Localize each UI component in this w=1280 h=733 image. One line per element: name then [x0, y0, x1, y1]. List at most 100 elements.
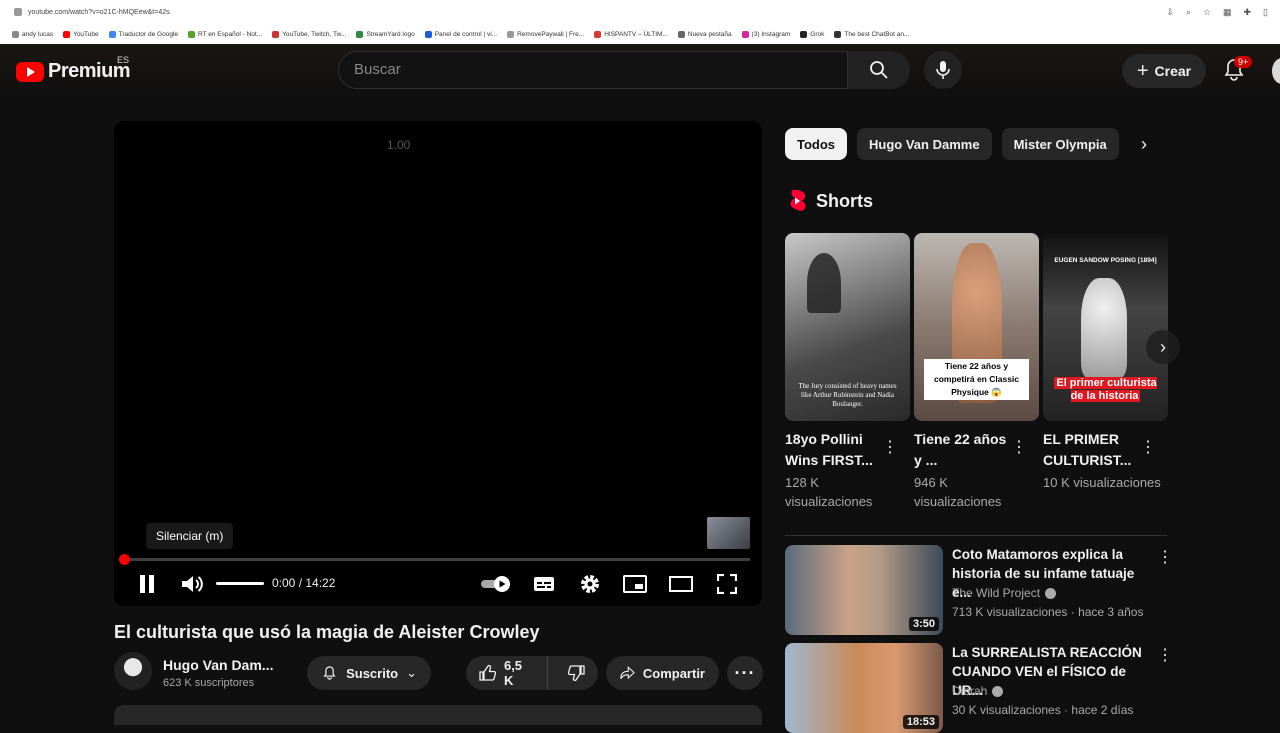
photo-figure	[807, 253, 841, 313]
bookmark-favicon-icon	[741, 30, 749, 38]
section-divider	[785, 535, 1167, 536]
bookmark-item[interactable]: YouTube, Twitch, Tw...	[272, 30, 346, 38]
subtitles-button[interactable]	[530, 570, 558, 598]
subscribed-button[interactable]: Suscrito ⌄	[307, 656, 431, 690]
miniplayer-icon	[623, 575, 647, 593]
extension-icon[interactable]: ▦	[1223, 7, 1232, 18]
short-thumbnail[interactable]: Tiene 22 años y competirá en Classic Phy…	[914, 233, 1039, 421]
bookmark-item[interactable]: The best ChatBot an...	[834, 30, 909, 38]
mute-tooltip: Silenciar (m)	[146, 523, 234, 549]
puzzle-icon[interactable]: ✚	[1244, 7, 1252, 18]
short-overlay-highlight: El primer culturista de la historia	[1054, 377, 1157, 402]
site-info-icon[interactable]	[14, 8, 22, 16]
youtube-premium-logo[interactable]: Premium ES	[16, 55, 131, 83]
like-button[interactable]: 6,5 K	[466, 656, 548, 690]
progress-bar[interactable]	[124, 558, 750, 561]
more-actions-button[interactable]: ···	[727, 656, 763, 690]
description-box[interactable]	[114, 705, 762, 725]
more-vertical-icon[interactable]: ⋮	[1157, 645, 1173, 665]
fullscreen-button[interactable]	[713, 570, 741, 598]
sidebar-icon[interactable]: ▯	[1263, 7, 1268, 18]
bookmark-item[interactable]: Grok	[800, 30, 825, 38]
zoom-icon[interactable]: ⌕	[1186, 7, 1191, 18]
bell-icon	[323, 666, 336, 680]
bookmark-item[interactable]: Traductor de Google	[108, 30, 178, 38]
star-icon[interactable]: ☆	[1203, 7, 1211, 18]
fullscreen-icon	[717, 574, 737, 594]
more-vertical-icon[interactable]: ⋮	[1011, 437, 1027, 457]
progress-scrubber[interactable]	[119, 554, 130, 565]
theater-mode-button[interactable]	[667, 570, 695, 598]
recommendation-thumbnail[interactable]: 3:50	[785, 545, 943, 635]
install-icon[interactable]: ⇩	[1166, 7, 1174, 18]
bookmark-label: RT en Español - Not...	[198, 30, 263, 38]
recommendation-item[interactable]: 18:53 La SURREALISTA REACCIÓN CUANDO VEN…	[785, 643, 1175, 733]
create-button[interactable]: + Crear	[1122, 54, 1206, 88]
search-button[interactable]	[848, 51, 910, 89]
short-thumbnail[interactable]: The Jury consisted of heavy names like A…	[785, 233, 910, 421]
short-thumbnail[interactable]: EUGEN SANDOW POSING [1894] El primer cul…	[1043, 233, 1168, 421]
short-overlay-text: The Jury consisted of heavy names like A…	[798, 382, 897, 408]
search-input[interactable]: Buscar	[338, 51, 848, 89]
chip-todos[interactable]: Todos	[785, 128, 848, 160]
more-vertical-icon[interactable]: ⋮	[1157, 547, 1173, 567]
more-vertical-icon[interactable]: ⋮	[882, 437, 898, 457]
bookmark-item[interactable]: StreamYard logo	[356, 30, 415, 38]
chip-mister-olympia[interactable]: Mister Olympia	[1001, 128, 1119, 160]
short-title[interactable]: EL PRIMER CULTURIST...	[1043, 429, 1138, 471]
account-avatar[interactable]	[1272, 58, 1280, 84]
voice-search-button[interactable]	[924, 51, 962, 89]
share-button[interactable]: Compartir	[606, 656, 719, 690]
dislike-button[interactable]	[556, 656, 598, 690]
bookmark-item[interactable]: RemovePaywall | Fre...	[507, 30, 584, 38]
short-views: 10 K visualizaciones	[1043, 475, 1161, 490]
more-vertical-icon[interactable]: ⋮	[1140, 437, 1156, 457]
settings-button[interactable]	[576, 570, 604, 598]
video-player[interactable]: 1.00 Silenciar (m) 0:00 / 14:22	[114, 121, 762, 606]
channel-name[interactable]: Hugo Van Dam...	[163, 657, 273, 673]
shorts-logo-icon	[790, 190, 806, 212]
recommendation-item[interactable]: 3:50 Coto Matamoros explica la historia …	[785, 545, 1175, 637]
short-top-caption: EUGEN SANDOW POSING [1894]	[1054, 257, 1157, 264]
short-title[interactable]: Tiene 22 años y ...	[914, 429, 1009, 471]
bookmark-favicon-icon	[834, 30, 842, 38]
recommendation-channel[interactable]: Dibrah	[952, 684, 1004, 698]
miniplayer-button[interactable]	[621, 570, 649, 598]
recommendation-channel[interactable]: The Wild Project	[952, 586, 1057, 600]
bookmark-item[interactable]: YouTube	[63, 30, 99, 38]
shorts-header: Shorts	[787, 190, 873, 212]
plus-icon: +	[1136, 59, 1149, 82]
youtube-play-icon	[16, 61, 44, 82]
gear-icon	[581, 575, 599, 593]
short-overlay-text: Tiene 22 años y competirá en Classic Phy…	[924, 359, 1029, 400]
short-item[interactable]: The Jury consisted of heavy names like A…	[785, 233, 910, 511]
channel-avatar[interactable]	[114, 652, 152, 690]
short-title[interactable]: 18yo Pollini Wins FIRST...	[785, 429, 880, 471]
country-code: ES	[117, 55, 130, 65]
url-field[interactable]: youtube.com/watch?v=o21C-hMQEew&t=42s	[14, 8, 170, 16]
bookmark-label: Grok	[810, 30, 825, 38]
bookmark-favicon-icon	[108, 30, 116, 38]
subtitles-icon	[534, 577, 554, 591]
mute-button[interactable]	[178, 570, 206, 598]
bookmark-item[interactable]: Nueva pestaña	[677, 30, 732, 38]
bookmark-item[interactable]: RT en Español - Not...	[188, 30, 263, 38]
chip-hugo-van-damme[interactable]: Hugo Van Damme	[857, 128, 992, 160]
channel-label: Dibrah	[952, 684, 988, 698]
bookmark-item[interactable]: HISPANTV – ÚLTIM...	[594, 30, 668, 38]
create-label: Crear	[1154, 63, 1192, 79]
autoplay-toggle[interactable]	[480, 570, 514, 598]
volume-slider[interactable]	[216, 582, 264, 585]
short-item[interactable]: EUGEN SANDOW POSING [1894] El primer cul…	[1043, 233, 1168, 492]
short-item[interactable]: Tiene 22 años y competirá en Classic Phy…	[914, 233, 1039, 511]
bookmark-item[interactable]: (3) Instagram	[741, 30, 790, 38]
bookmark-item[interactable]: andy lucas	[12, 30, 53, 38]
pause-button[interactable]	[133, 570, 161, 598]
bookmark-label: Panel de control | vi...	[434, 30, 498, 38]
channel-label: The Wild Project	[952, 586, 1041, 600]
shorts-next-button[interactable]: ›	[1146, 330, 1180, 364]
bookmark-item[interactable]: Panel de control | vi...	[424, 30, 498, 38]
like-dislike-group: 6,5 K	[466, 656, 598, 690]
like-count: 6,5 K	[503, 658, 523, 688]
chips-next-button[interactable]: ›	[1128, 128, 1160, 160]
